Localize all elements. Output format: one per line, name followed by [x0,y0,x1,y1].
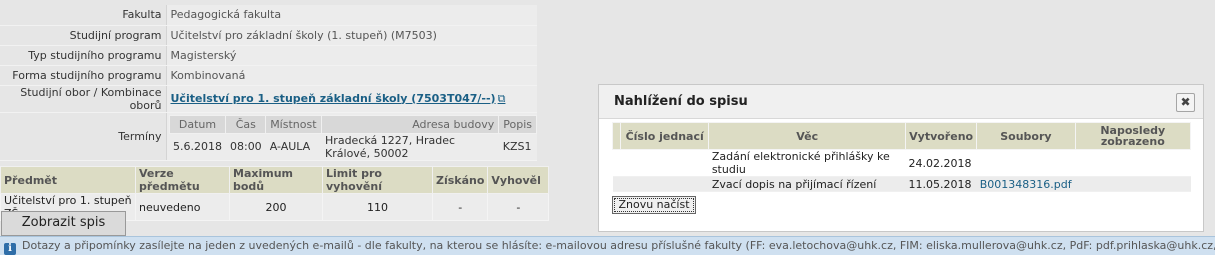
subject-version: neuvedeno [135,193,230,221]
subject-header-version: Verze předmětu [135,166,230,194]
subject-header-obtained: Získáno [431,166,489,194]
subject-header-name: Předmět [0,166,136,194]
dialog-header: Nahlížení do spisu ✖ [599,85,1203,119]
terms-header-time: Čas [225,114,267,134]
terms-header-description: Popis [498,114,537,134]
docs-header-reference: Číslo jednací [620,122,710,150]
docs-header-blank [611,122,622,150]
study-field-label: Studijní obor / Kombinace oborů [0,85,166,113]
external-link-icon[interactable]: ⧉ [498,92,506,105]
documents-table: Číslo jednací Věc Vytvořeno Soubory Napo… [611,122,1192,192]
term-time: 08:00 [229,140,262,153]
doc-subject: Zvací dopis na přijímací řízení [708,176,906,192]
subject-header-max-points: Maximum bodů [229,166,323,194]
study-form-label: Forma studijního programu [0,65,166,86]
term-description: KZS1 [502,140,532,153]
doc-reference [620,176,709,192]
term-date: 5.6.2018 [173,140,222,153]
info-icon: i [4,243,16,255]
doc-last-viewed [1075,149,1191,177]
terms-cell: Datum Čas Místnost Adresa budovy Popis 5… [165,112,538,161]
subject-header-passed: Vyhověl [487,166,550,194]
study-field-cell: Učitelství pro 1. stupeň základní školy … [165,85,537,113]
subject-header-limit: Limit pro vyhovění [322,166,433,194]
table-row: Zadání elektronické přihlášky ke studiu … [612,149,1191,177]
show-file-button[interactable]: Zobrazit spis [1,211,126,236]
faculty-label: Fakulta [0,5,166,26]
docs-header-last-viewed: Naposledy zobrazeno [1074,122,1192,150]
program-value: Učitelství pro základní školy (1. stupeň… [165,25,537,46]
doc-file-cell: B001348316.pdf [976,176,1076,192]
doc-reference [620,149,709,177]
program-type-value: Magisterský [165,45,537,66]
doc-file [976,149,1076,177]
pdf-file-link[interactable]: B001348316.pdf [980,178,1072,191]
table-row: Zvací dopis na přijímací řízení 11.05.20… [612,176,1191,192]
terms-header-address: Adresa budovy [320,114,500,134]
application-info-table: Fakulta Pedagogická fakulta Studijní pro… [0,5,537,161]
term-address: Hradecká 1227, Hradec Králové, 50002 [325,133,456,160]
terms-header-room: Místnost [265,114,322,134]
terms-header-date: Datum [168,114,227,134]
doc-row-gap [612,176,621,192]
reload-button[interactable]: Znovu načíst [612,196,696,214]
close-icon[interactable]: ✖ [1176,93,1195,112]
doc-subject: Zadání elektronické přihlášky ke studiu [708,149,906,177]
doc-created: 11.05.2018 [905,176,977,192]
doc-created: 24.02.2018 [905,149,977,177]
docs-header-subject: Věc [708,122,907,150]
terms-table: Datum Čas Místnost Adresa budovy Popis 5… [168,114,538,160]
docs-header-created: Vytvořeno [905,122,978,150]
doc-row-gap [612,149,621,177]
file-view-dialog: Nahlížení do spisu ✖ Číslo jednací Věc V… [598,84,1204,232]
terms-label: Termíny [0,112,166,161]
term-room: A-AULA [269,140,311,153]
study-field-link[interactable]: Učitelství pro 1. stupeň základní školy … [171,92,496,105]
subject-limit: 110 [322,193,433,221]
subject-obtained: - [431,193,489,221]
footer-text: Dotazy a připomínky zasílejte na jeden z… [22,239,1215,252]
dialog-title: Nahlížení do spisu [614,94,748,109]
terms-row: 5.6.2018 08:00 A-AULA Hradecká 1227, Hra… [169,133,537,160]
faculty-value: Pedagogická fakulta [165,5,537,26]
doc-last-viewed [1075,176,1191,192]
docs-header-files: Soubory [976,122,1076,150]
subject-passed: - [487,193,550,221]
footer-info-bar: i Dotazy a připomínky zasílejte na jeden … [0,236,1215,255]
program-type-label: Typ studijního programu [0,45,166,66]
subject-max-points: 200 [229,193,323,221]
program-label: Studijní program [0,25,166,46]
study-form-value: Kombinovaná [165,65,537,86]
